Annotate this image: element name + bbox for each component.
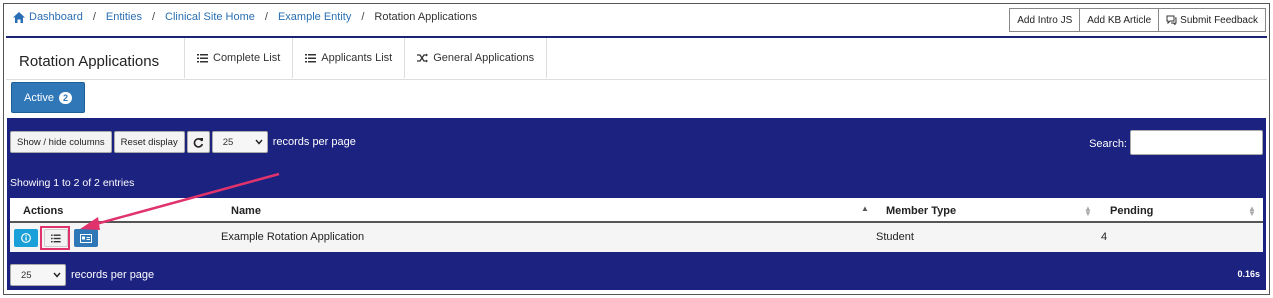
entries-summary: Showing 1 to 2 of 2 entries: [10, 177, 135, 189]
table-panel: Show / hide columns Reset display 25 rec…: [7, 118, 1266, 290]
table-header: Actions Name ▲ Member Type ▲ ▼ Pending ▲ ▼: [10, 198, 1263, 223]
show-hide-columns-button[interactable]: Show / hide columns: [10, 131, 112, 153]
id-card-button[interactable]: [74, 229, 98, 247]
info-icon: [21, 233, 31, 243]
list-icon: [305, 54, 317, 63]
page-size-select-bottom[interactable]: 25: [10, 264, 66, 286]
top-actions: Add Intro JS Add KB Article Submit Feedb…: [1009, 8, 1266, 32]
refresh-icon: [193, 137, 203, 148]
tab-label: Applicants List: [321, 52, 393, 64]
table-controls: Show / hide columns Reset display 25 rec…: [10, 131, 356, 153]
search-label: Search:: [1089, 138, 1127, 150]
tab-label: General Applications: [433, 52, 535, 64]
id-card-icon: [80, 233, 92, 243]
top-bar: Dashboard / Entities / Clinical Site Hom…: [4, 4, 1269, 37]
table-footer-controls: 25 records per page: [10, 264, 154, 286]
sort-icon: ▲ ▼: [1084, 204, 1092, 218]
sort-icon: ▲ ▼: [1248, 204, 1256, 218]
breadcrumb-dashboard[interactable]: Dashboard: [29, 11, 83, 23]
timing-label: 0.16s: [1237, 269, 1260, 279]
tab-complete-list[interactable]: Complete List: [184, 38, 292, 78]
page-title: Rotation Applications: [19, 53, 160, 70]
refresh-button[interactable]: [186, 131, 210, 153]
tab-applicants-list[interactable]: Applicants List: [292, 38, 404, 78]
tab-label: Complete List: [213, 52, 281, 64]
chat-icon: [1166, 15, 1177, 25]
breadcrumb-clinical-site-home[interactable]: Clinical Site Home: [165, 11, 255, 23]
column-header-pending[interactable]: Pending: [1110, 198, 1153, 217]
column-header-name[interactable]: Name: [231, 198, 261, 217]
active-count-badge: 2: [58, 91, 72, 104]
column-header-member-type[interactable]: Member Type: [886, 198, 956, 217]
tab-general-applications[interactable]: General Applications: [404, 38, 548, 78]
page-frame: Dashboard / Entities / Clinical Site Hom…: [3, 3, 1270, 295]
chevron-down-icon: [255, 139, 263, 145]
data-table: Actions Name ▲ Member Type ▲ ▼ Pending ▲ ▼: [10, 198, 1263, 252]
breadcrumb-separator: /: [151, 11, 156, 23]
reset-display-button[interactable]: Reset display: [113, 131, 185, 153]
page-size-value: 25: [222, 136, 234, 148]
active-filter-button[interactable]: Active 2: [11, 82, 85, 113]
cell-name: Example Rotation Application: [221, 231, 365, 243]
cell-member-type: Student: [876, 231, 914, 243]
search-input[interactable]: [1130, 130, 1263, 155]
info-button[interactable]: [14, 229, 38, 247]
add-intro-js-button[interactable]: Add Intro JS: [1009, 8, 1081, 32]
active-filter-label: Active: [24, 91, 54, 104]
breadcrumb-current: Rotation Applications: [374, 11, 478, 23]
records-per-page-label: records per page: [71, 269, 155, 281]
add-kb-article-button[interactable]: Add KB Article: [1079, 8, 1160, 32]
breadcrumb-separator: /: [361, 11, 365, 23]
table-row: Example Rotation Application Student 4: [10, 223, 1263, 252]
home-icon: [13, 11, 25, 23]
cell-pending: 4: [1101, 231, 1108, 243]
chevron-down-icon: [53, 272, 61, 278]
highlight-box: [40, 226, 70, 250]
sort-asc-icon: ▲: [861, 204, 869, 213]
shuffle-icon: [417, 53, 429, 63]
records-per-page-label: records per page: [272, 136, 356, 148]
breadcrumb-entities[interactable]: Entities: [106, 11, 142, 23]
submit-feedback-button[interactable]: Submit Feedback: [1158, 8, 1266, 32]
breadcrumb-separator: /: [92, 11, 96, 23]
column-header-actions[interactable]: Actions: [23, 198, 63, 217]
page-size-select[interactable]: 25: [211, 131, 268, 153]
breadcrumb-separator: /: [264, 11, 268, 23]
breadcrumb-example-entity[interactable]: Example Entity: [278, 11, 351, 23]
breadcrumb: Dashboard / Entities / Clinical Site Hom…: [13, 11, 477, 23]
submit-feedback-label: Submit Feedback: [1180, 14, 1258, 26]
page-header: Rotation Applications Complete List Appl…: [6, 38, 1267, 80]
list-icon: [197, 54, 208, 63]
page-size-value: 25: [21, 269, 32, 281]
